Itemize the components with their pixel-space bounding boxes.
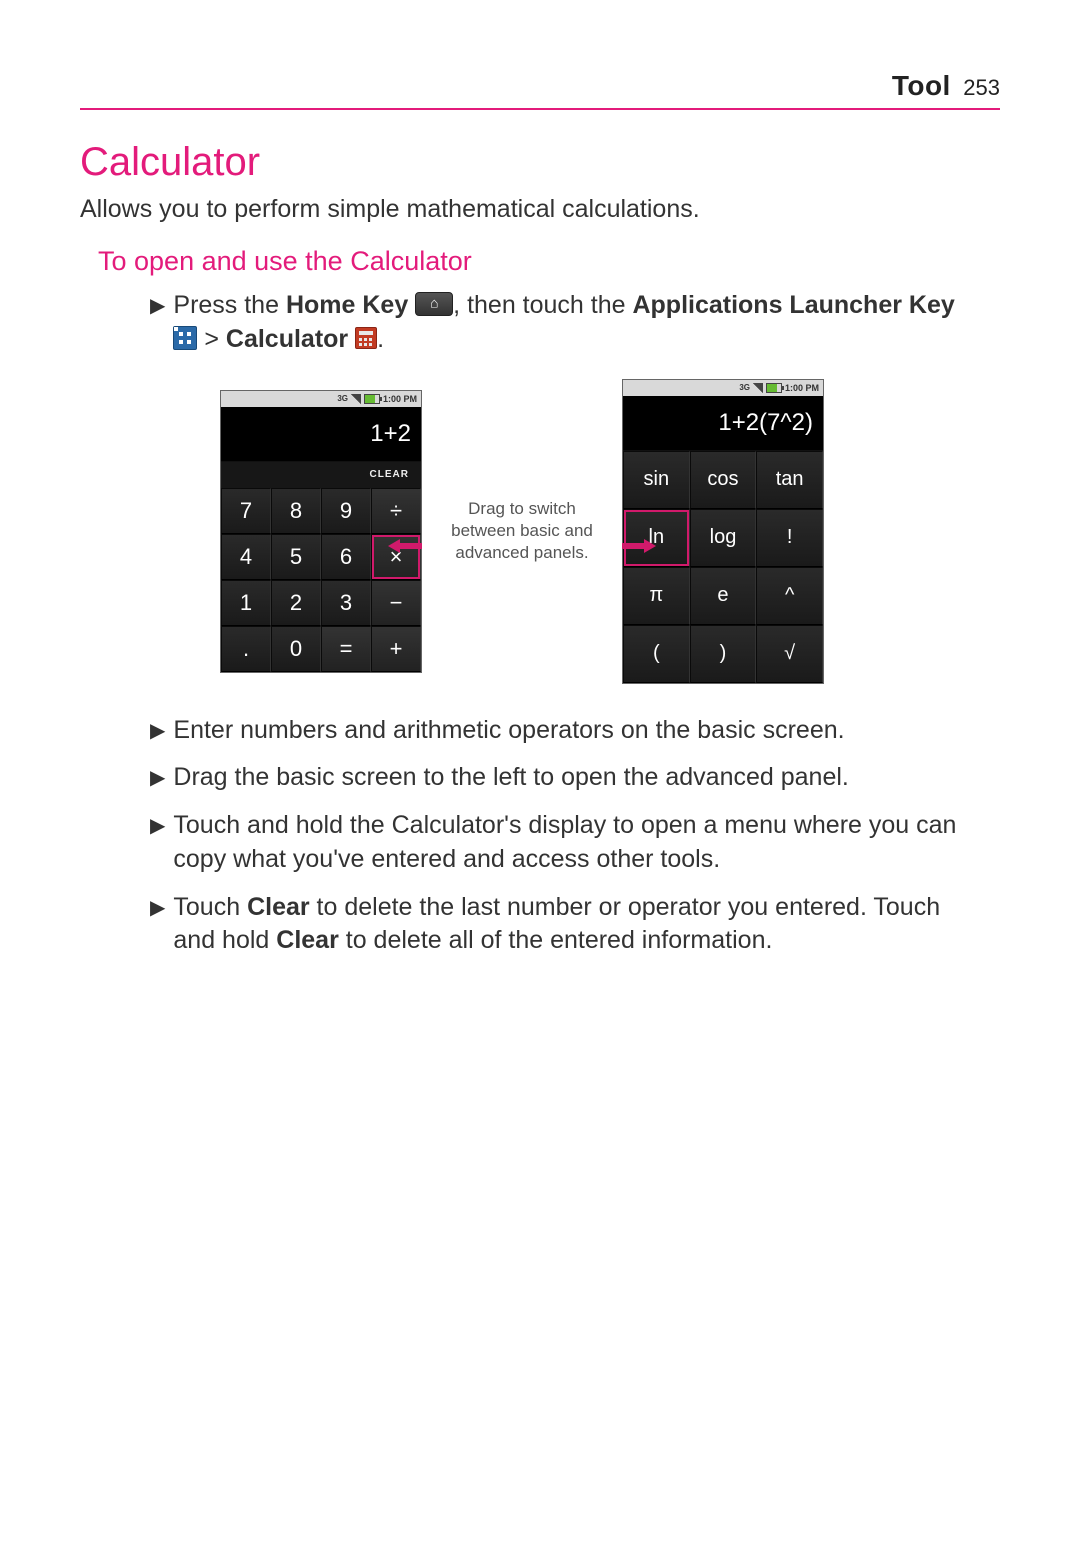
instruction-clear-text: Touch Clear to delete the last number or…	[173, 891, 970, 959]
key-3: 3	[321, 580, 371, 626]
instruction-clear: ▶ Touch Clear to delete the last number …	[150, 891, 970, 959]
txt-frag: , then touch the	[453, 291, 632, 319]
key-sqrt: √	[756, 625, 823, 683]
txt-frag: Press the	[173, 291, 286, 319]
calculator-icon	[355, 327, 377, 349]
key-0: 0	[271, 626, 321, 672]
drag-note: Drag to switch between basic and advance…	[422, 498, 622, 564]
network-3g-icon: 3G	[337, 394, 348, 404]
screenshot-advanced: 3G 1:00 PM 1+2(7^2) sin cos tan ln log !…	[622, 379, 824, 684]
key-lparen: (	[623, 625, 690, 683]
instruction-list: ▶ Press the Home Key , then touch the Ap…	[150, 289, 970, 958]
apps-key-label: Applications Launcher Key	[632, 291, 954, 319]
keypad-advanced: sin cos tan ln log ! π e ^ ( ) √	[623, 451, 823, 683]
bullet-arrow-icon: ▶	[150, 293, 165, 361]
bullet-arrow-icon: ▶	[150, 718, 165, 752]
clear-row: CLEAR	[221, 462, 421, 488]
key-ln: ln	[623, 509, 690, 567]
home-key-icon	[415, 292, 453, 316]
lead-text: Allows you to perform simple mathematica…	[80, 195, 1000, 224]
signal-icon	[351, 394, 361, 404]
key-rparen: )	[690, 625, 757, 683]
status-time: 1:00 PM	[785, 383, 819, 393]
txt-frag: Touch	[173, 893, 247, 921]
page-header: Tool 253	[80, 70, 1000, 110]
status-time: 1:00 PM	[383, 394, 417, 404]
subheading: To open and use the Calculator	[98, 246, 1000, 277]
txt-frag: >	[197, 325, 226, 353]
battery-icon	[364, 394, 380, 404]
instruction-item: ▶ Enter numbers and arithmetic operators…	[150, 714, 970, 748]
key-8: 8	[271, 488, 321, 534]
clear-label: Clear	[247, 893, 310, 921]
key-minus: −	[371, 580, 421, 626]
manual-page: Tool 253 Calculator Allows you to perfor…	[0, 0, 1080, 1052]
page-number: 253	[963, 75, 1000, 100]
key-plus: +	[371, 626, 421, 672]
clear-button: CLEAR	[370, 469, 409, 480]
keypad-basic: 7 8 9 ÷ 4 5 6 × 1 2 3 − . 0 = +	[221, 488, 421, 672]
txt-frag: .	[377, 325, 384, 353]
instruction-text: Drag the basic screen to the left to ope…	[173, 761, 970, 795]
key-6: 6	[321, 534, 371, 580]
instruction-item: ▶ Drag the basic screen to the left to o…	[150, 761, 970, 795]
status-bar: 3G 1:00 PM	[623, 380, 823, 396]
network-3g-icon: 3G	[739, 383, 750, 393]
calc-display-adv: 1+2(7^2)	[623, 396, 823, 451]
key-tan: tan	[756, 451, 823, 509]
key-pow: ^	[756, 567, 823, 625]
key-log: log	[690, 509, 757, 567]
drag-note-l1: Drag to switch	[422, 498, 622, 520]
key-2: 2	[271, 580, 321, 626]
key-4: 4	[221, 534, 271, 580]
page-title: Calculator	[80, 140, 1000, 185]
header-section: Tool	[892, 70, 951, 101]
drag-note-l3: advanced panels.	[422, 542, 622, 564]
battery-icon	[766, 383, 782, 393]
key-equals: =	[321, 626, 371, 672]
instruction-text: Touch and hold the Calculator's display …	[173, 809, 970, 877]
home-key-label: Home Key	[286, 291, 408, 319]
key-dot: .	[221, 626, 271, 672]
key-1: 1	[221, 580, 271, 626]
key-cos: cos	[690, 451, 757, 509]
key-divide: ÷	[371, 488, 421, 534]
screenshot-row: 3G 1:00 PM 1+2 CLEAR 7 8 9 ÷ 4 5 6	[220, 379, 970, 684]
txt-frag: to delete all of the entered information…	[339, 926, 773, 954]
key-pi: π	[623, 567, 690, 625]
signal-icon	[753, 383, 763, 393]
instruction-open-text: Press the Home Key , then touch the Appl…	[173, 289, 970, 357]
bullet-arrow-icon: ▶	[150, 895, 165, 963]
key-fact: !	[756, 509, 823, 567]
clear-label: Clear	[276, 926, 339, 954]
key-e: e	[690, 567, 757, 625]
apps-grid-icon	[173, 326, 197, 350]
key-sin: sin	[623, 451, 690, 509]
key-9: 9	[321, 488, 371, 534]
calc-display: 1+2	[221, 407, 421, 462]
instruction-item: ▶ Touch and hold the Calculator's displa…	[150, 809, 970, 877]
bullet-arrow-icon: ▶	[150, 765, 165, 799]
calculator-label: Calculator	[226, 325, 348, 353]
screenshot-basic: 3G 1:00 PM 1+2 CLEAR 7 8 9 ÷ 4 5 6	[220, 390, 422, 673]
key-5: 5	[271, 534, 321, 580]
bullet-arrow-icon: ▶	[150, 813, 165, 881]
status-bar: 3G 1:00 PM	[221, 391, 421, 407]
key-7: 7	[221, 488, 271, 534]
instruction-open: ▶ Press the Home Key , then touch the Ap…	[150, 289, 970, 357]
instruction-text: Enter numbers and arithmetic operators o…	[173, 714, 970, 748]
drag-note-l2: between basic and	[422, 520, 622, 542]
